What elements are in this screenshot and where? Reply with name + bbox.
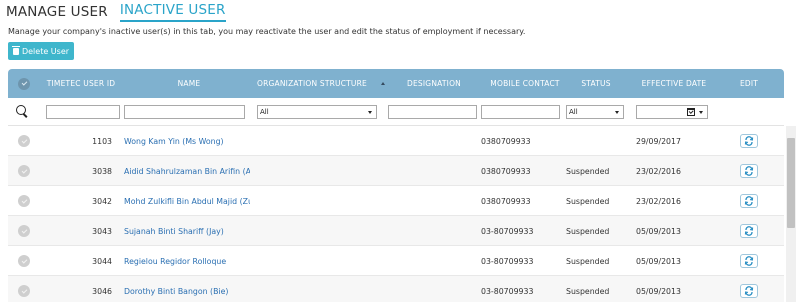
delete-user-button[interactable]: Delete User (8, 42, 74, 60)
table-row: 3038 Aidid Shahrulzaman Bin Arifin (Aidi… (8, 156, 784, 186)
col-designation[interactable]: DESIGNATION (386, 69, 482, 98)
effective-date: 05/09/2013 (636, 286, 681, 296)
delete-user-label: Delete User (21, 46, 70, 56)
filter-name-input[interactable] (124, 105, 245, 119)
col-organization-structure-label: ORGANIZATION STRUCTURE (257, 79, 367, 88)
check-icon (18, 135, 30, 147)
table-row: 3043 Sujanah Binti Shariff (Jay) 03-8070… (8, 216, 784, 246)
check-icon (18, 225, 30, 237)
effective-date: 29/09/2017 (636, 136, 681, 146)
chevron-down-icon (699, 110, 703, 114)
user-id: 3044 (92, 256, 112, 266)
mobile-contact: 0380709933 (481, 136, 531, 146)
refresh-icon (740, 224, 758, 238)
check-icon (18, 195, 30, 207)
chevron-down-icon (368, 110, 372, 114)
refresh-icon (740, 194, 758, 208)
status (566, 126, 636, 156)
status: Suspended (566, 226, 610, 236)
table-body: 1103 Wong Kam Yin (Ms Wong) 0380709933 2… (8, 126, 784, 302)
inactive-user-table: TIMETEC USER ID NAME ORGANIZATION STRUCT… (8, 69, 784, 302)
table-row: 3044 Regielou Regidor Rolloque 03-807099… (8, 246, 784, 276)
tab-bar: MANAGE USER INACTIVE USER (6, 2, 238, 22)
filter-status-value: All (569, 108, 578, 116)
user-id: 3043 (92, 226, 112, 236)
check-icon (18, 77, 30, 90)
refresh-icon (740, 164, 758, 178)
col-organization-structure[interactable]: ORGANIZATION STRUCTURE (256, 69, 386, 98)
filter-date-picker[interactable] (636, 105, 708, 119)
sort-asc-icon (380, 82, 385, 85)
tab-manage-user[interactable]: MANAGE USER (6, 4, 108, 22)
user-name-link[interactable]: Aidid Shahrulzaman Bin Arifin (Aidid (124, 156, 250, 186)
table-row: 3046 Dorothy Binti Bangon (Bie) 03-80709… (8, 276, 784, 302)
filter-designation-input[interactable] (388, 105, 477, 119)
col-name[interactable]: NAME (124, 69, 254, 98)
effective-date: 23/02/2016 (636, 166, 681, 176)
calendar-icon (687, 108, 695, 116)
status: Suspended (566, 286, 610, 296)
reactivate-button[interactable] (739, 186, 759, 216)
status: Suspended (566, 196, 610, 206)
effective-date: 23/02/2016 (636, 196, 681, 206)
refresh-icon (740, 134, 758, 148)
user-id: 1103 (92, 136, 112, 146)
effective-date: 05/09/2013 (636, 256, 681, 266)
filter-organization-select[interactable]: All (257, 105, 377, 119)
check-icon (18, 285, 30, 297)
status: Suspended (566, 256, 610, 266)
user-name-link[interactable]: Dorothy Binti Bangon (Bie) (124, 276, 250, 302)
chevron-down-icon (615, 110, 619, 114)
check-icon (18, 165, 30, 177)
user-id: 3046 (92, 286, 112, 296)
table-row: 3042 Mohd Zulkifli Bin Abdul Majid (Zul)… (8, 186, 784, 216)
user-id: 3038 (92, 166, 112, 176)
user-name-link[interactable]: Wong Kam Yin (Ms Wong) (124, 126, 250, 156)
status: Suspended (566, 166, 610, 176)
user-id: 3042 (92, 196, 112, 206)
select-all-checkbox[interactable] (17, 69, 31, 98)
col-mobile-contact[interactable]: MOBILE CONTACT (482, 69, 568, 98)
mobile-contact: 0380709933 (481, 166, 531, 176)
filter-row: All All (8, 98, 784, 126)
row-checkbox[interactable] (18, 186, 30, 216)
mobile-contact: 03-80709933 (481, 286, 534, 296)
row-checkbox[interactable] (18, 276, 30, 302)
table-header: TIMETEC USER ID NAME ORGANIZATION STRUCT… (8, 69, 784, 98)
search-icon[interactable] (16, 105, 29, 118)
col-effective-date[interactable]: EFFECTIVE DATE (632, 69, 716, 98)
reactivate-button[interactable] (739, 276, 759, 302)
filter-mobile-input[interactable] (481, 105, 560, 119)
reactivate-button[interactable] (739, 216, 759, 246)
mobile-contact: 03-80709933 (481, 226, 534, 236)
tab-inactive-user[interactable]: INACTIVE USER (119, 2, 226, 22)
col-edit: EDIT (739, 79, 759, 88)
filter-organization-value: All (260, 108, 269, 116)
row-checkbox[interactable] (18, 216, 30, 246)
vertical-scrollbar[interactable] (786, 126, 796, 302)
filter-user-id-input[interactable] (46, 105, 120, 119)
trash-icon (11, 45, 20, 55)
col-status[interactable]: STATUS (566, 69, 626, 98)
row-checkbox[interactable] (18, 246, 30, 276)
effective-date: 05/09/2013 (636, 226, 681, 236)
check-icon (18, 255, 30, 267)
mobile-contact: 03-80709933 (481, 256, 534, 266)
scrollbar-thumb[interactable] (787, 138, 795, 228)
reactivate-button[interactable] (739, 126, 759, 156)
refresh-icon (740, 254, 758, 268)
table-row: 1103 Wong Kam Yin (Ms Wong) 0380709933 2… (8, 126, 784, 156)
col-timetec-user-id[interactable]: TIMETEC USER ID (38, 69, 124, 98)
mobile-contact: 0380709933 (481, 196, 531, 206)
row-checkbox[interactable] (18, 156, 30, 186)
user-name-link[interactable]: Sujanah Binti Shariff (Jay) (124, 216, 250, 246)
user-name-link[interactable]: Mohd Zulkifli Bin Abdul Majid (Zul) (124, 186, 250, 216)
row-checkbox[interactable] (18, 126, 30, 156)
reactivate-button[interactable] (739, 156, 759, 186)
page-description: Manage your company's inactive user(s) i… (8, 27, 526, 36)
filter-status-select[interactable]: All (566, 105, 624, 119)
refresh-icon (740, 284, 758, 298)
user-name-link[interactable]: Regielou Regidor Rolloque (124, 246, 250, 276)
reactivate-button[interactable] (739, 246, 759, 276)
